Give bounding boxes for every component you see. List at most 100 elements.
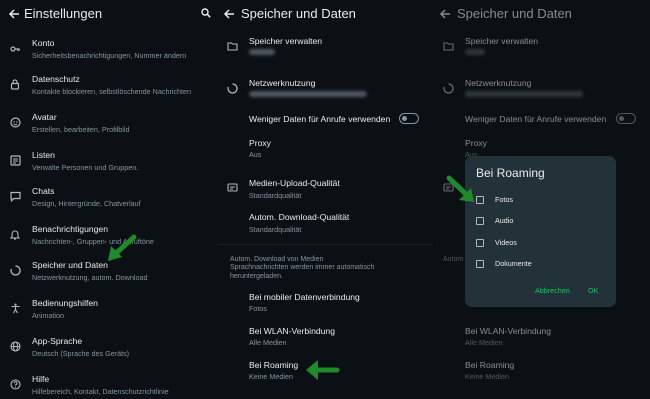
settings-item-chats[interactable]: Chats Design, Hintergründe, Chatverlauf xyxy=(0,184,217,212)
network-usage-value-redacted xyxy=(249,91,367,97)
mobile-data-item[interactable]: Bei mobiler Datenverbindung Fotos xyxy=(217,290,433,316)
less-data-calls-item[interactable]: Weniger Daten für Anrufe verwenden xyxy=(217,110,433,128)
help-icon xyxy=(10,379,21,390)
download-quality-title: Autom. Download-Qualität xyxy=(249,212,350,222)
settings-item-subtitle: Animation xyxy=(32,311,64,320)
accessibility-icon xyxy=(10,303,21,314)
back-arrow-icon[interactable] xyxy=(8,8,20,20)
mobile-data-title: Bei mobiler Datenverbindung xyxy=(249,292,360,302)
less-data-calls-item[interactable]: Weniger Daten für Anrufe verwenden xyxy=(433,110,650,128)
globe-icon xyxy=(10,341,21,352)
settings-item-subtitle: Netzwerknutzung, autom. Download xyxy=(32,273,148,282)
network-usage-title: Netzwerknutzung xyxy=(249,78,316,88)
upload-quality-item[interactable]: Medien-Upload-Qualität Standardqualität xyxy=(217,176,433,202)
settings-item-app-sprache[interactable]: App-Sprache Deutsch (Sprache des Geräts) xyxy=(0,334,217,362)
less-data-calls-toggle[interactable] xyxy=(399,113,419,124)
settings-item-title: Avatar xyxy=(32,112,57,122)
dialog-title: Bei Roaming xyxy=(476,166,545,180)
page-title: Speicher und Daten xyxy=(457,6,572,21)
upload-quality-title: Medien-Upload-Qualität xyxy=(249,178,340,188)
roaming-title: Bei Roaming xyxy=(465,360,515,370)
back-arrow-icon[interactable] xyxy=(223,8,235,20)
network-usage-title: Netzwerknutzung xyxy=(465,78,532,88)
roaming-subtitle: Keine Medien xyxy=(249,372,293,381)
back-arrow-icon[interactable] xyxy=(439,8,451,20)
less-data-calls-title: Weniger Daten für Anrufe verwenden xyxy=(249,114,391,124)
folder-icon xyxy=(443,41,454,51)
option-label: Dokumente xyxy=(495,259,532,268)
settings-item-title: Bedienungshilfen xyxy=(32,298,98,308)
settings-item-title: Listen xyxy=(32,150,55,160)
proxy-title: Proxy xyxy=(465,138,487,148)
network-usage-item[interactable]: Netzwerknutzung xyxy=(433,76,650,104)
data-usage-icon xyxy=(443,83,454,94)
auto-download-header-clipped: Autom xyxy=(443,256,463,263)
wlan-title: Bei WLAN-Verbindung xyxy=(465,326,551,336)
pointer-arrow-icon xyxy=(303,355,341,385)
settings-item-subtitle: Sicherheitsbenachrichtigungen, Nummer än… xyxy=(32,51,187,60)
settings-item-title: Chats xyxy=(32,186,55,196)
settings-item-hilfe[interactable]: Hilfe Hilfebereich, Kontakt, Datenschutz… xyxy=(0,372,217,399)
auto-download-header: Autom. Download von Medien xyxy=(230,256,324,263)
search-icon[interactable] xyxy=(201,8,211,18)
manage-storage-value-redacted xyxy=(465,49,485,55)
storage-circle-icon xyxy=(10,265,21,276)
manage-storage-title: Speicher verwalten xyxy=(249,36,323,46)
roaming-subtitle: Keine Medien xyxy=(465,372,509,381)
roaming-item[interactable]: Bei Roaming Keine Medien xyxy=(433,358,650,384)
auto-download-description: Sprachnachrichten werden immer automatis… xyxy=(230,264,375,280)
data-usage-icon xyxy=(227,83,238,94)
option-label: Videos xyxy=(495,238,517,247)
settings-item-title: Benachrichtigungen xyxy=(32,224,108,234)
checkbox[interactable] xyxy=(476,239,484,247)
mobile-data-subtitle: Fotos xyxy=(249,304,267,313)
settings-item-title: Speicher und Daten xyxy=(32,260,108,270)
network-usage-item[interactable]: Netzwerknutzung xyxy=(217,76,433,104)
manage-storage-value-redacted xyxy=(249,49,275,55)
settings-item-subtitle: Verwalte Personen und Gruppen. xyxy=(32,163,139,172)
settings-item-title: Datenschutz xyxy=(32,74,80,84)
settings-item-subtitle: Deutsch (Sprache des Geräts) xyxy=(32,349,130,358)
checkbox[interactable] xyxy=(476,217,484,225)
storage-screen: Speicher und Daten Speicher verwalten Ne… xyxy=(217,0,433,399)
settings-item-bedienungshilfen[interactable]: Bedienungshilfen Animation xyxy=(0,296,217,324)
pointer-arrow-icon xyxy=(444,174,478,204)
manage-storage-item[interactable]: Speicher verwalten xyxy=(217,34,433,64)
option-label: Fotos xyxy=(495,195,513,204)
media-quality-icon xyxy=(227,183,238,193)
settings-item-datenschutz[interactable]: Datenschutz Kontakte blockieren, selbstl… xyxy=(0,72,217,100)
storage-top-bar: Speicher und Daten xyxy=(433,0,650,28)
wlan-subtitle: Alle Medien xyxy=(249,338,287,347)
settings-item-konto[interactable]: Konto Sicherheitsbenachrichtigungen, Num… xyxy=(0,36,217,64)
less-data-calls-title: Weniger Daten für Anrufe verwenden xyxy=(465,114,607,124)
upload-quality-subtitle: Standardqualität xyxy=(249,191,302,200)
chat-icon xyxy=(10,191,21,202)
page-title: Einstellungen xyxy=(24,6,103,21)
network-usage-value-redacted xyxy=(465,91,583,97)
list-icon xyxy=(10,155,21,166)
less-data-calls-toggle[interactable] xyxy=(616,113,636,124)
settings-item-title: App-Sprache xyxy=(32,336,83,346)
wlan-title: Bei WLAN-Verbindung xyxy=(249,326,335,336)
checkbox[interactable] xyxy=(476,260,484,268)
manage-storage-title: Speicher verwalten xyxy=(465,36,539,46)
settings-item-subtitle: Erstellen, bearbeiten, Profilbild xyxy=(32,125,130,134)
manage-storage-item[interactable]: Speicher verwalten xyxy=(433,34,650,64)
cancel-button[interactable]: Abbrechen xyxy=(535,286,570,295)
settings-item-avatar[interactable]: Avatar Erstellen, bearbeiten, Profilbild xyxy=(0,110,217,138)
wlan-item[interactable]: Bei WLAN-Verbindung Alle Medien xyxy=(433,324,650,350)
storage-top-bar: Speicher und Daten xyxy=(217,0,433,28)
settings-item-subtitle: Hilfebereich, Kontakt, Datenschutzrichtl… xyxy=(32,387,169,396)
settings-item-subtitle: Design, Hintergründe, Chatverlauf xyxy=(32,199,141,208)
settings-screen: Einstellungen Konto Sicherheitsbenachric… xyxy=(0,0,217,399)
settings-item-listen[interactable]: Listen Verwalte Personen und Gruppen. xyxy=(0,148,217,176)
wlan-item[interactable]: Bei WLAN-Verbindung Alle Medien xyxy=(217,324,433,350)
section-divider xyxy=(217,244,433,245)
download-quality-item[interactable]: Autom. Download-Qualität Standardqualitä… xyxy=(217,210,433,236)
folder-icon xyxy=(227,41,238,51)
lock-icon xyxy=(10,79,20,90)
option-label: Audio xyxy=(495,216,514,225)
roaming-title: Bei Roaming xyxy=(249,360,299,370)
ok-button[interactable]: OK xyxy=(588,286,598,295)
proxy-item[interactable]: Proxy Aus xyxy=(217,136,433,162)
